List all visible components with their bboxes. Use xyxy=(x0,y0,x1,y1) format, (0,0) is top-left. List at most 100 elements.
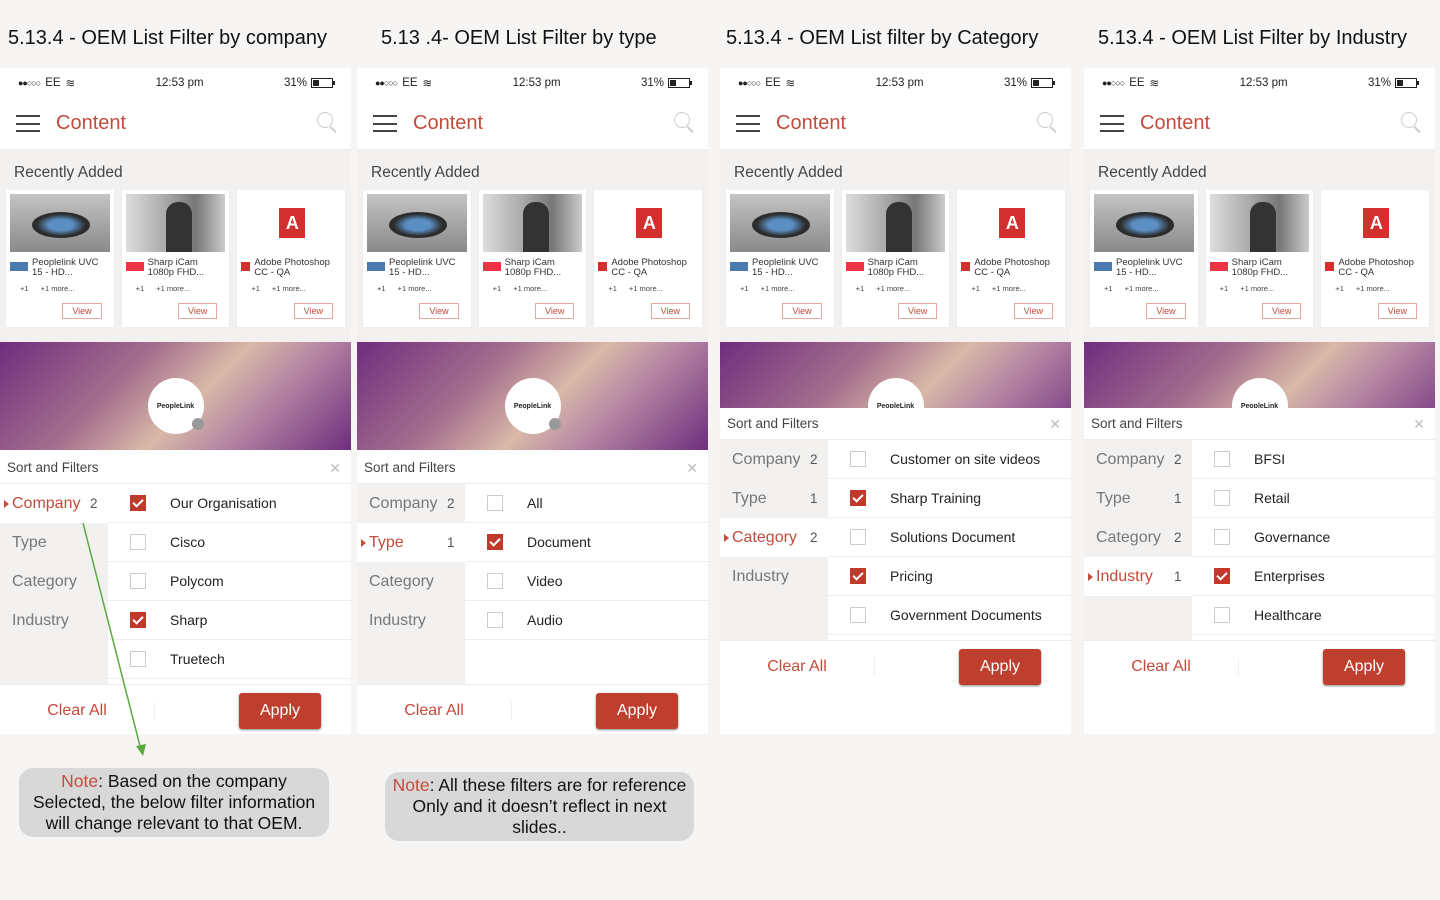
content-card[interactable]: Adobe Photoshop CC - QA +1 +1 more... View xyxy=(1321,190,1430,327)
filter-category-category[interactable]: Category xyxy=(357,562,465,601)
filter-category-company[interactable]: Company 2 xyxy=(1084,440,1192,479)
filter-option[interactable]: Sharp xyxy=(108,601,351,640)
menu-icon[interactable] xyxy=(1100,115,1124,132)
filter-category-type[interactable]: Type 1 xyxy=(357,523,465,562)
checkbox[interactable] xyxy=(130,573,146,589)
content-card[interactable]: Sharp iCam 1080p FHD... +1 +1 more... View xyxy=(478,190,587,327)
filter-option[interactable]: All xyxy=(465,484,708,523)
view-button[interactable]: View xyxy=(293,303,334,319)
checkbox[interactable] xyxy=(1214,451,1230,467)
content-card[interactable]: Peoplelink UVC 15 - HD... +1 +1 more... Vie… xyxy=(1090,190,1198,327)
content-card[interactable]: Adobe Photoshop CC - QA +1 +1 more... View xyxy=(957,190,1066,327)
checkbox[interactable] xyxy=(850,607,866,623)
content-card[interactable]: Adobe Photoshop CC - QA +1 +1 more... View xyxy=(237,190,346,327)
filter-category-industry[interactable]: Industry 1 xyxy=(1084,557,1192,596)
close-icon[interactable]: ✕ xyxy=(1413,416,1425,433)
apply-button[interactable]: Apply xyxy=(239,692,321,729)
more-link[interactable]: +1 more... xyxy=(761,284,795,293)
filter-option[interactable]: Truetech xyxy=(108,640,351,679)
more-link[interactable]: +1 more... xyxy=(41,284,75,293)
checkbox[interactable] xyxy=(1214,607,1230,623)
close-icon[interactable]: ✕ xyxy=(686,460,698,477)
clear-all-button[interactable]: Clear All xyxy=(720,657,875,676)
view-button[interactable]: View xyxy=(897,303,938,319)
view-button[interactable]: View xyxy=(62,303,102,319)
view-button[interactable]: View xyxy=(1261,303,1302,319)
filter-category-industry[interactable]: Industry xyxy=(357,601,465,640)
filter-option[interactable]: Video xyxy=(465,562,708,601)
checkbox[interactable] xyxy=(487,495,503,511)
view-button[interactable]: View xyxy=(177,303,218,319)
content-card[interactable]: Peoplelink UVC 15 - HD... +1 +1 more... Vie… xyxy=(6,190,114,327)
menu-icon[interactable] xyxy=(16,115,40,132)
checkbox[interactable] xyxy=(130,612,146,628)
checkbox[interactable] xyxy=(487,534,503,550)
filter-category-industry[interactable]: Industry xyxy=(0,601,108,640)
more-link[interactable]: +1 more... xyxy=(876,284,910,293)
checkbox[interactable] xyxy=(850,451,866,467)
filter-option[interactable]: Solutions Document xyxy=(828,518,1071,557)
filter-category-category[interactable]: Category 2 xyxy=(1084,518,1192,557)
content-card[interactable]: Peoplelink UVC 15 - HD... +1 +1 more... Vie… xyxy=(726,190,834,327)
filter-option[interactable]: Customer on site videos xyxy=(828,440,1071,479)
checkbox[interactable] xyxy=(487,573,503,589)
view-button[interactable]: View xyxy=(1377,303,1418,319)
search-icon[interactable] xyxy=(1401,112,1423,134)
view-button[interactable]: View xyxy=(1146,303,1186,319)
more-link[interactable]: +1 more... xyxy=(629,284,663,293)
clear-all-button[interactable]: Clear All xyxy=(0,701,155,720)
more-link[interactable]: +1 more... xyxy=(398,284,432,293)
search-icon[interactable] xyxy=(674,112,696,134)
filter-category-industry[interactable]: Industry xyxy=(720,557,828,596)
checkbox[interactable] xyxy=(487,612,503,628)
more-link[interactable]: +1 more... xyxy=(513,284,547,293)
filter-option[interactable]: Document xyxy=(465,523,708,562)
content-card[interactable]: Peoplelink UVC 15 - HD... +1 +1 more... Vie… xyxy=(363,190,471,327)
filter-option[interactable]: Retail xyxy=(1192,479,1435,518)
filter-category-company[interactable]: Company 2 xyxy=(0,484,108,523)
checkbox[interactable] xyxy=(850,490,866,506)
apply-button[interactable]: Apply xyxy=(959,648,1041,685)
filter-option[interactable]: Pricing xyxy=(828,557,1071,596)
menu-icon[interactable] xyxy=(736,115,760,132)
camera-icon[interactable] xyxy=(191,418,204,430)
filter-category-type[interactable]: Type 1 xyxy=(720,479,828,518)
checkbox[interactable] xyxy=(1214,568,1230,584)
content-card[interactable]: Sharp iCam 1080p FHD... +1 +1 more... View xyxy=(1205,190,1314,327)
filter-category-category[interactable]: Category xyxy=(0,562,108,601)
more-link[interactable]: +1 more... xyxy=(1125,284,1159,293)
close-icon[interactable]: ✕ xyxy=(329,460,341,477)
filter-option[interactable]: Governance xyxy=(1192,518,1435,557)
more-link[interactable]: +1 more... xyxy=(1240,284,1274,293)
menu-icon[interactable] xyxy=(373,115,397,132)
view-button[interactable]: View xyxy=(650,303,691,319)
clear-all-button[interactable]: Clear All xyxy=(357,701,512,720)
more-link[interactable]: +1 more... xyxy=(272,284,306,293)
checkbox[interactable] xyxy=(850,568,866,584)
filter-option[interactable]: Healthcare xyxy=(1192,596,1435,635)
more-link[interactable]: +1 more... xyxy=(1356,284,1390,293)
apply-button[interactable]: Apply xyxy=(596,692,678,729)
clear-all-button[interactable]: Clear All xyxy=(1084,657,1239,676)
filter-option[interactable]: Our Organisation xyxy=(108,484,351,523)
filter-option[interactable]: Polycom xyxy=(108,562,351,601)
view-button[interactable]: View xyxy=(1013,303,1054,319)
close-icon[interactable]: ✕ xyxy=(1049,416,1061,433)
filter-option[interactable]: Sharp Training xyxy=(828,479,1071,518)
filter-option[interactable]: Government Documents xyxy=(828,596,1071,635)
filter-category-type[interactable]: Type xyxy=(0,523,108,562)
filter-category-company[interactable]: Company 2 xyxy=(720,440,828,479)
checkbox[interactable] xyxy=(1214,529,1230,545)
filter-option[interactable]: Audio xyxy=(465,601,708,640)
filter-option[interactable]: BFSI xyxy=(1192,440,1435,479)
view-button[interactable]: View xyxy=(534,303,575,319)
view-button[interactable]: View xyxy=(782,303,822,319)
search-icon[interactable] xyxy=(317,112,339,134)
apply-button[interactable]: Apply xyxy=(1323,648,1405,685)
content-card[interactable]: Sharp iCam 1080p FHD... +1 +1 more... View xyxy=(841,190,950,327)
content-card[interactable]: Sharp iCam 1080p FHD... +1 +1 more... View xyxy=(121,190,230,327)
checkbox[interactable] xyxy=(130,651,146,667)
filter-category-type[interactable]: Type 1 xyxy=(1084,479,1192,518)
checkbox[interactable] xyxy=(850,529,866,545)
more-link[interactable]: +1 more... xyxy=(992,284,1026,293)
